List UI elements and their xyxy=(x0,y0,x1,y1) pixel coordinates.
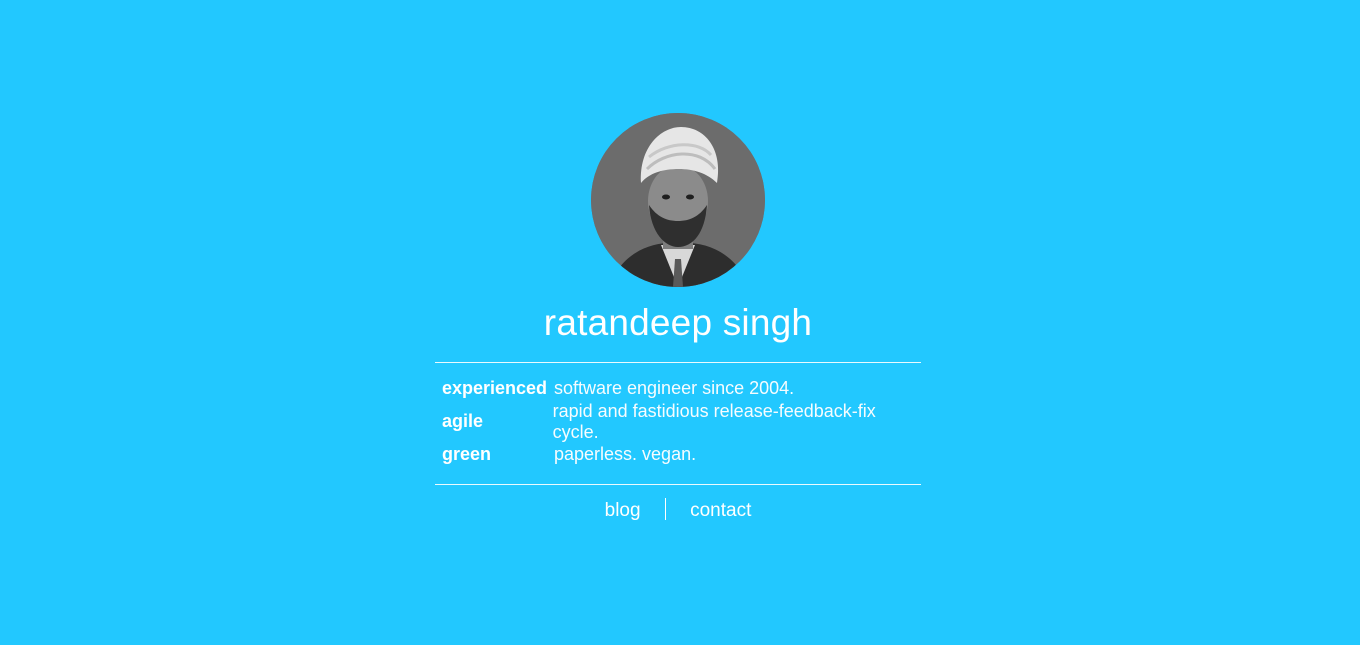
divider-bottom xyxy=(435,484,921,485)
footer-nav: blog contact xyxy=(0,497,1356,525)
profile-page: ratandeep singh experienced software eng… xyxy=(0,0,1360,645)
profile-name: ratandeep singh xyxy=(543,302,813,343)
trait-key: experienced xyxy=(442,378,548,398)
nav-separator xyxy=(664,498,666,520)
trait-key: agile xyxy=(442,411,484,431)
trait-value: paperless. vegan. xyxy=(554,444,697,464)
trait-row: agile rapid and fastidious release-feedb… xyxy=(442,401,922,442)
profile-avatar xyxy=(591,113,765,287)
trait-value: rapid and fastidious release-feedback-fi… xyxy=(552,400,876,442)
traits-list: experienced software engineer since 2004… xyxy=(442,372,922,471)
divider-top xyxy=(435,362,921,363)
trait-value: software engineer since 2004. xyxy=(554,378,795,398)
avatar-photo xyxy=(591,113,765,287)
trait-key: green xyxy=(442,444,492,464)
blog-link[interactable]: blog xyxy=(605,500,641,521)
trait-row: green paperless. vegan. xyxy=(442,438,922,471)
contact-link[interactable]: contact xyxy=(690,500,751,521)
